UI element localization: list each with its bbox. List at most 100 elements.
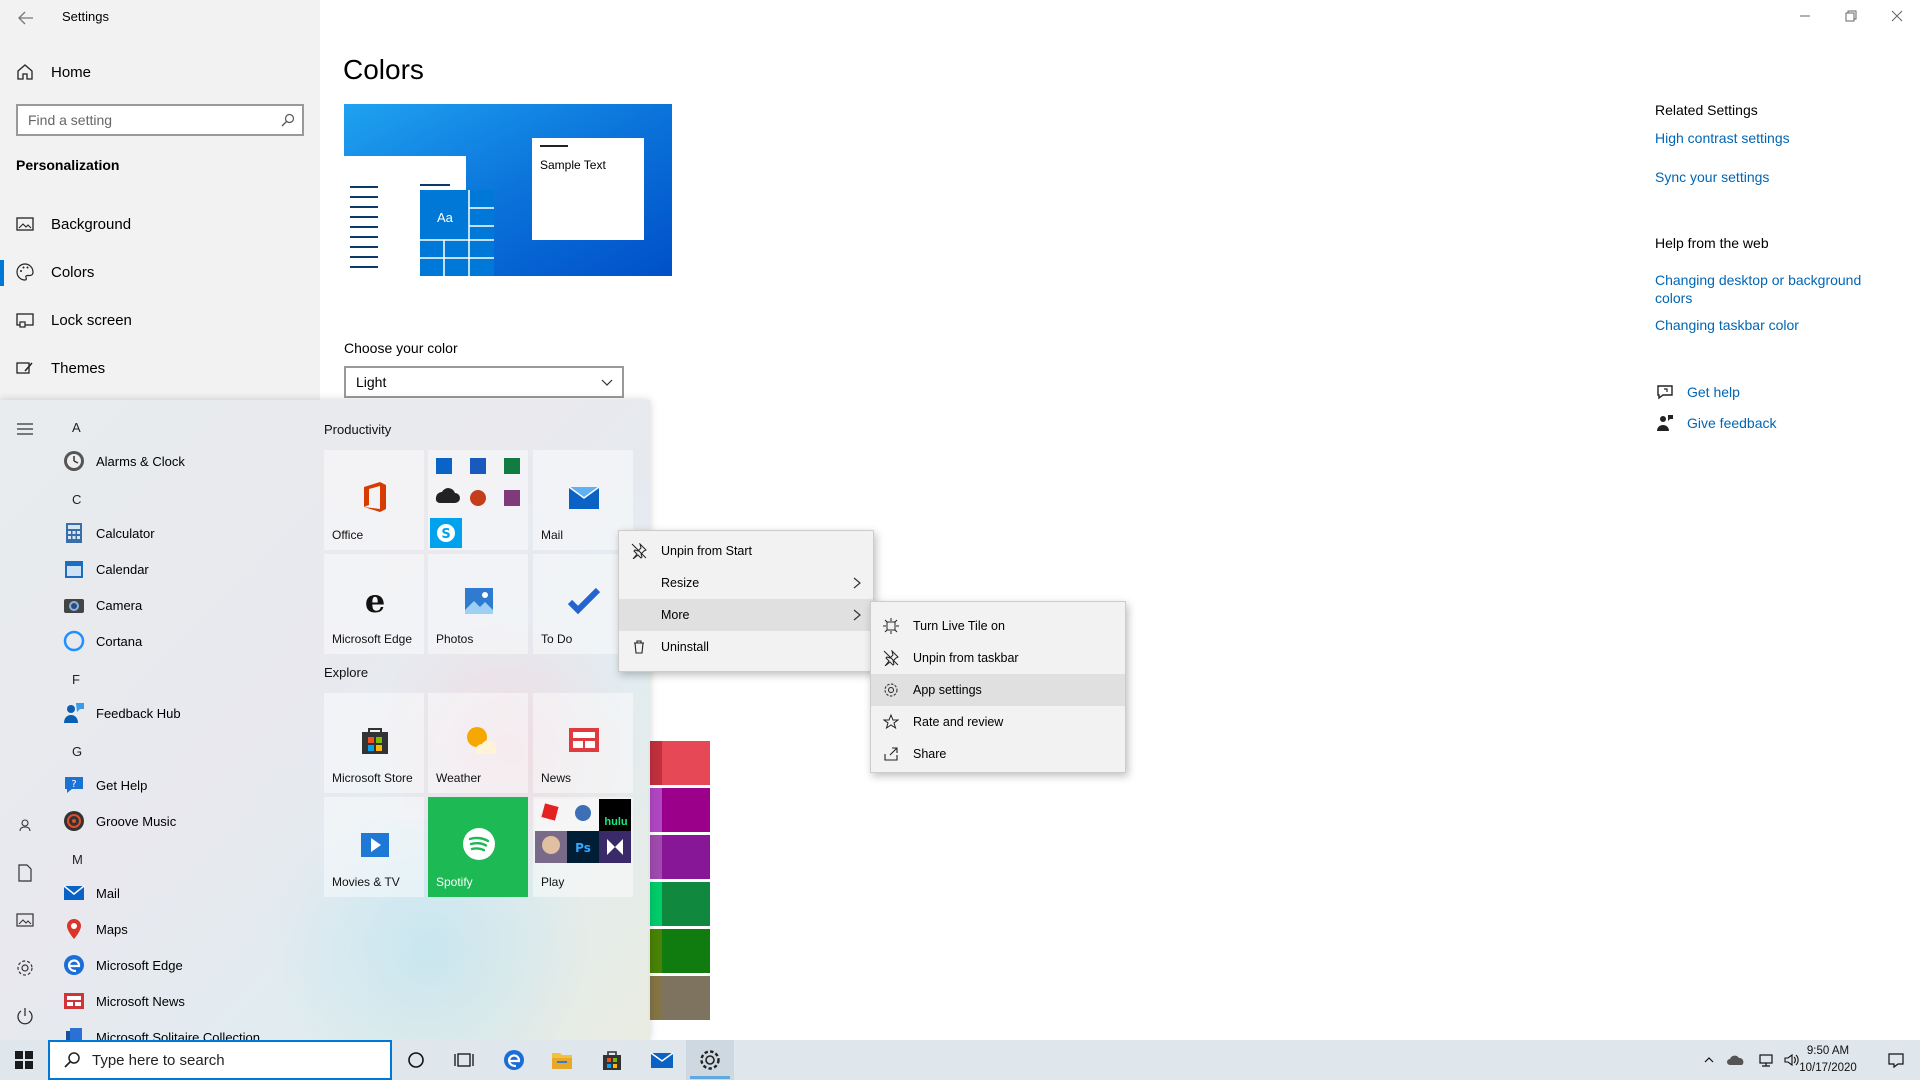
network-icon[interactable] [1752, 1040, 1780, 1080]
documents-icon[interactable] [14, 862, 36, 884]
tile-microsoft-store[interactable]: Microsoft Store [324, 693, 424, 793]
menu-item-unpin-start[interactable]: Unpin from Start [619, 535, 873, 567]
section-heading: Personalization [16, 157, 120, 173]
letter-header[interactable]: F [72, 672, 80, 687]
menu-item-app-settings[interactable]: App settings [871, 674, 1125, 706]
taskbar-search-box[interactable] [48, 1040, 392, 1080]
restore-icon[interactable] [1828, 0, 1874, 32]
color-swatch[interactable] [648, 788, 662, 832]
back-arrow-icon[interactable] [14, 6, 38, 30]
color-swatch[interactable] [648, 741, 662, 785]
search-icon[interactable] [280, 112, 296, 128]
settings-taskbar-icon[interactable] [686, 1040, 734, 1080]
taskbar-color-link[interactable]: Changing taskbar color [1655, 317, 1799, 333]
file-explorer-icon[interactable] [538, 1040, 586, 1080]
app-solitaire[interactable]: Microsoft Solitaire Collection [62, 1020, 260, 1040]
menu-item-resize[interactable]: Resize [619, 567, 873, 599]
gear-icon[interactable] [14, 957, 36, 979]
tile-photos[interactable]: Photos [428, 554, 528, 654]
edge-taskbar-icon[interactable] [490, 1040, 538, 1080]
preview-tile-text: Aa [437, 210, 453, 225]
menu-item-share[interactable]: Share [871, 738, 1125, 770]
menu-item-rate-review[interactable]: Rate and review [871, 706, 1125, 738]
app-feedback-hub[interactable]: Feedback Hub [62, 696, 181, 730]
cortana-circle-icon[interactable] [392, 1040, 440, 1080]
app-alarms-clock[interactable]: Alarms & Clock [62, 444, 185, 478]
pictures-icon[interactable] [14, 909, 36, 931]
sidebar-item-themes[interactable]: Themes [0, 344, 320, 392]
store-taskbar-icon[interactable] [588, 1040, 636, 1080]
color-swatch[interactable] [648, 882, 662, 926]
close-icon[interactable] [1874, 0, 1920, 32]
tile-play-folder[interactable]: Ps hulu Play [533, 797, 633, 897]
palette-icon [15, 262, 35, 282]
menu-item-more[interactable]: More [619, 599, 873, 631]
spotify-icon [463, 828, 495, 860]
menu-item-uninstall[interactable]: Uninstall [619, 631, 873, 663]
office-apps-icons: S [430, 458, 520, 548]
svg-text:S: S [441, 527, 450, 542]
color-swatch[interactable] [648, 835, 662, 879]
app-calculator[interactable]: Calculator [62, 516, 155, 550]
sidebar-item-label: Background [51, 215, 132, 233]
search-icon [62, 1050, 82, 1070]
tile-microsoft-edge[interactable]: e Microsoft Edge [324, 554, 424, 654]
letter-header[interactable]: C [72, 492, 81, 507]
find-setting-input[interactable] [18, 106, 258, 134]
taskbar-search-input[interactable] [92, 1045, 372, 1075]
action-center-icon[interactable] [1872, 1040, 1920, 1080]
desktop-background-colors-link[interactable]: Changing desktop or background colors [1655, 271, 1885, 307]
user-account-icon[interactable] [14, 814, 36, 836]
color-swatch[interactable] [648, 976, 662, 1020]
minimize-icon[interactable] [1782, 0, 1828, 32]
app-microsoft-news[interactable]: Microsoft News [62, 984, 185, 1018]
power-icon[interactable] [14, 1005, 36, 1027]
sidebar-item-colors[interactable]: Colors [0, 248, 320, 296]
sidebar-item-lock-screen[interactable]: Lock screen [0, 296, 320, 344]
color-swatch[interactable] [648, 929, 662, 973]
letter-header[interactable]: M [72, 852, 83, 867]
tile-weather[interactable]: Weather [428, 693, 528, 793]
choose-color-dropdown[interactable]: Light [344, 366, 624, 398]
tile-movies-tv[interactable]: Movies & TV [324, 797, 424, 897]
tile-office[interactable]: Office [324, 450, 424, 550]
get-help-link[interactable]: Get help [1655, 382, 1740, 402]
app-maps[interactable]: Maps [62, 912, 128, 946]
onedrive-cloud-icon[interactable] [1722, 1040, 1750, 1080]
app-label: Mail [96, 885, 120, 901]
tile-office-apps-folder[interactable]: S [428, 450, 528, 550]
sync-settings-link[interactable]: Sync your settings [1655, 169, 1769, 185]
sidebar-item-background[interactable]: Background [0, 200, 320, 248]
app-mail[interactable]: Mail [62, 876, 120, 910]
app-cortana[interactable]: Cortana [62, 624, 142, 658]
picture-icon [15, 214, 35, 234]
chevron-up-icon[interactable] [1698, 1040, 1720, 1080]
high-contrast-link[interactable]: High contrast settings [1655, 130, 1790, 146]
task-view-icon[interactable] [440, 1040, 488, 1080]
app-calendar[interactable]: Calendar [62, 552, 149, 586]
letter-header[interactable]: A [72, 420, 81, 435]
mail-taskbar-icon[interactable] [638, 1040, 686, 1080]
tile-group-title[interactable]: Productivity [324, 422, 391, 437]
get-help-label: Get help [1687, 384, 1740, 400]
more-submenu: Turn Live Tile on Unpin from taskbar App… [870, 601, 1126, 773]
tile-group-title[interactable]: Explore [324, 665, 368, 680]
menu-item-unpin-taskbar[interactable]: Unpin from taskbar [871, 642, 1125, 674]
app-get-help[interactable]: ? Get Help [62, 768, 147, 802]
give-feedback-link[interactable]: Give feedback [1655, 413, 1777, 433]
find-setting-box[interactable] [16, 104, 304, 136]
tile-spotify[interactable]: Spotify [428, 797, 528, 897]
hamburger-menu-icon[interactable] [14, 418, 36, 440]
clock-date: 10/17/2020 [1799, 1062, 1857, 1074]
taskbar-clock[interactable]: 9:50 AM 10/17/2020 [1788, 1043, 1868, 1077]
app-camera[interactable]: Camera [62, 588, 142, 622]
letter-header[interactable]: G [72, 744, 82, 759]
trash-icon [631, 639, 647, 655]
app-groove-music[interactable]: Groove Music [62, 804, 176, 838]
edge-e-icon: e [365, 584, 385, 618]
app-microsoft-edge[interactable]: Microsoft Edge [62, 948, 183, 982]
windows-start-icon[interactable] [0, 1040, 48, 1080]
tile-news[interactable]: News [533, 693, 633, 793]
menu-item-live-tile[interactable]: Turn Live Tile on [871, 610, 1125, 642]
sidebar-item-home[interactable]: Home [0, 48, 320, 96]
